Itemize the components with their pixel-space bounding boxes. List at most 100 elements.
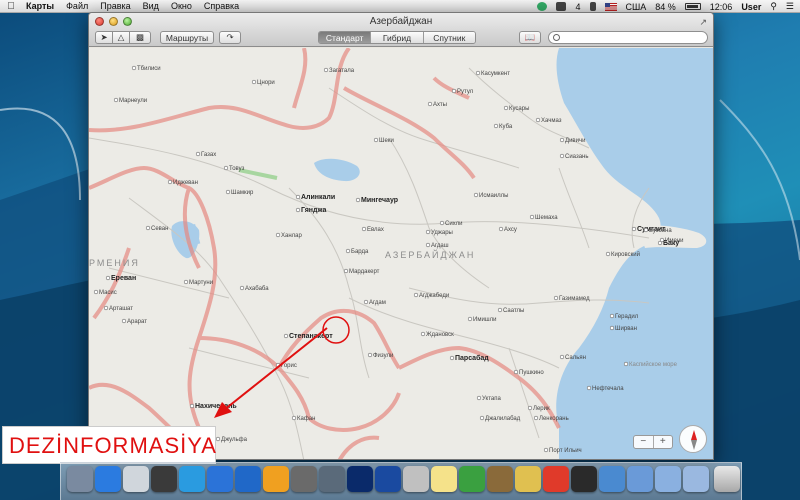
current-location-button[interactable]: ➤ — [95, 31, 113, 44]
city-dot[interactable] — [425, 242, 431, 248]
skype-icon[interactable] — [179, 466, 205, 492]
city-dot[interactable] — [131, 65, 137, 71]
mission-control-icon[interactable] — [319, 466, 345, 492]
city-label[interactable]: Агджабеди — [419, 293, 449, 299]
input-source-label[interactable]: США — [626, 2, 647, 12]
traffic-button[interactable]: ▩ — [129, 31, 151, 44]
map-canvas[interactable]: АЗЕРБАЙДЖАН РМЕНИЯ Тбилиси Марнеули Цнори З… — [89, 48, 714, 460]
city-label[interactable]: Загатала — [329, 68, 355, 74]
city-dot[interactable] — [449, 355, 455, 361]
spotlight-icon[interactable]: ⚲ — [770, 1, 777, 12]
city-label[interactable]: Касумкент — [481, 71, 510, 77]
city-label[interactable]: Агдам — [369, 300, 386, 306]
city-dot[interactable] — [93, 289, 99, 295]
city-label[interactable]: Шеки — [379, 138, 394, 144]
zoom-in-button[interactable]: + — [652, 436, 673, 448]
stickies-icon[interactable] — [431, 466, 457, 492]
window-titlebar[interactable]: Азербайджан ↗ ➤ △ ▩ Маршруты ↷ Стандарт … — [89, 13, 713, 47]
city-label[interactable]: Ждановск — [426, 332, 454, 338]
city-dot[interactable] — [559, 354, 565, 360]
documents-folder-icon[interactable] — [627, 466, 653, 492]
bluetooth-icon[interactable] — [589, 2, 596, 11]
city-dot[interactable] — [425, 229, 431, 235]
menu-edit[interactable]: Правка — [100, 1, 130, 11]
city-label[interactable]: Герадил — [615, 314, 639, 320]
city-label[interactable]: Дивичи — [565, 138, 585, 144]
city-label[interactable]: Ахты — [433, 102, 447, 108]
city-dot[interactable] — [291, 415, 297, 421]
city-dot[interactable] — [439, 220, 445, 226]
flash-icon[interactable] — [487, 466, 513, 492]
city-label[interactable]: Парсабад — [455, 354, 489, 362]
city-dot[interactable] — [609, 325, 615, 331]
fullscreen-icon[interactable]: ↗ — [699, 17, 707, 28]
city-label[interactable]: Сиазань — [565, 154, 588, 160]
city-dot[interactable] — [145, 225, 151, 231]
system-preferences-icon[interactable] — [291, 466, 317, 492]
apple-icon[interactable]:  — [4, 1, 18, 12]
city-dot[interactable] — [475, 70, 481, 76]
menu-file[interactable]: Файл — [66, 1, 88, 11]
city-label[interactable]: Мартуни — [189, 280, 213, 286]
city-label[interactable]: Имишли — [473, 317, 496, 323]
city-label[interactable]: Агдаш — [431, 243, 449, 249]
word-icon[interactable] — [375, 466, 401, 492]
share-button[interactable]: ↷ — [219, 31, 241, 44]
city-dot[interactable] — [361, 226, 367, 232]
city-label[interactable]: Гянджа — [301, 207, 327, 214]
city-label[interactable]: Кафан — [297, 416, 315, 422]
city-dot[interactable] — [473, 192, 479, 198]
city-dot[interactable] — [543, 447, 549, 453]
city-dot[interactable] — [503, 105, 509, 111]
downloads-folder-icon[interactable] — [655, 466, 681, 492]
launchpad-icon[interactable] — [151, 466, 177, 492]
city-dot[interactable] — [343, 268, 349, 274]
city-dot[interactable] — [295, 194, 301, 200]
tab-satellite[interactable]: Спутник — [422, 32, 475, 43]
itunes-icon[interactable] — [207, 466, 233, 492]
city-dot[interactable] — [121, 318, 127, 324]
city-dot[interactable] — [295, 207, 301, 213]
city-dot[interactable] — [559, 153, 565, 159]
city-dot[interactable] — [527, 405, 533, 411]
tab-standard[interactable]: Стандарт — [319, 32, 371, 43]
search-field[interactable] — [548, 31, 708, 44]
city-label[interactable]: Порт Ильич — [549, 448, 582, 454]
city-dot[interactable] — [420, 331, 426, 337]
city-dot[interactable] — [479, 415, 485, 421]
city-label[interactable]: Джалилабад — [485, 416, 521, 422]
city-label[interactable]: Ахабаба — [245, 286, 269, 292]
photos-icon[interactable] — [263, 466, 289, 492]
city-dot[interactable] — [535, 117, 541, 123]
finder-icon[interactable] — [67, 466, 93, 492]
routes-button[interactable]: Маршруты — [160, 31, 214, 44]
city-dot[interactable] — [251, 79, 257, 85]
city-label[interactable]: Севан — [151, 226, 168, 232]
city-label[interactable]: Ереван — [111, 275, 136, 282]
city-dot[interactable] — [659, 237, 665, 243]
clock[interactable]: 12:06 — [710, 2, 733, 12]
map-view[interactable]: АЗЕРБАЙДЖАН РМЕНИЯ Тбилиси Марнеули Цнори З… — [89, 48, 714, 460]
city-dot[interactable] — [223, 165, 229, 171]
city-label[interactable]: Куба — [499, 124, 513, 130]
city-dot[interactable] — [275, 232, 281, 238]
city-dot[interactable] — [498, 226, 504, 232]
city-label[interactable]: Лерик — [533, 406, 550, 412]
city-label[interactable]: Тбилиси — [137, 66, 161, 72]
city-dot[interactable] — [367, 352, 373, 358]
city-label[interactable]: Арарат — [127, 319, 147, 325]
info-icon[interactable] — [683, 466, 709, 492]
wifi-icon[interactable]: 4 — [575, 2, 580, 12]
city-label[interactable]: Сальян — [565, 355, 586, 361]
city-dot[interactable] — [533, 415, 539, 421]
search-input[interactable] — [563, 32, 703, 43]
city-label[interactable]: Джульфа — [221, 437, 248, 443]
city-dot[interactable] — [355, 197, 361, 203]
city-label[interactable]: Цнори — [257, 80, 275, 86]
city-label[interactable]: Бузовна — [649, 228, 672, 234]
trash-icon[interactable] — [714, 466, 740, 492]
compass-icon[interactable] — [679, 425, 707, 453]
city-dot[interactable] — [631, 226, 637, 232]
city-label[interactable]: Уджары — [431, 230, 453, 236]
bookmarks-button[interactable]: 📖 — [519, 31, 541, 44]
